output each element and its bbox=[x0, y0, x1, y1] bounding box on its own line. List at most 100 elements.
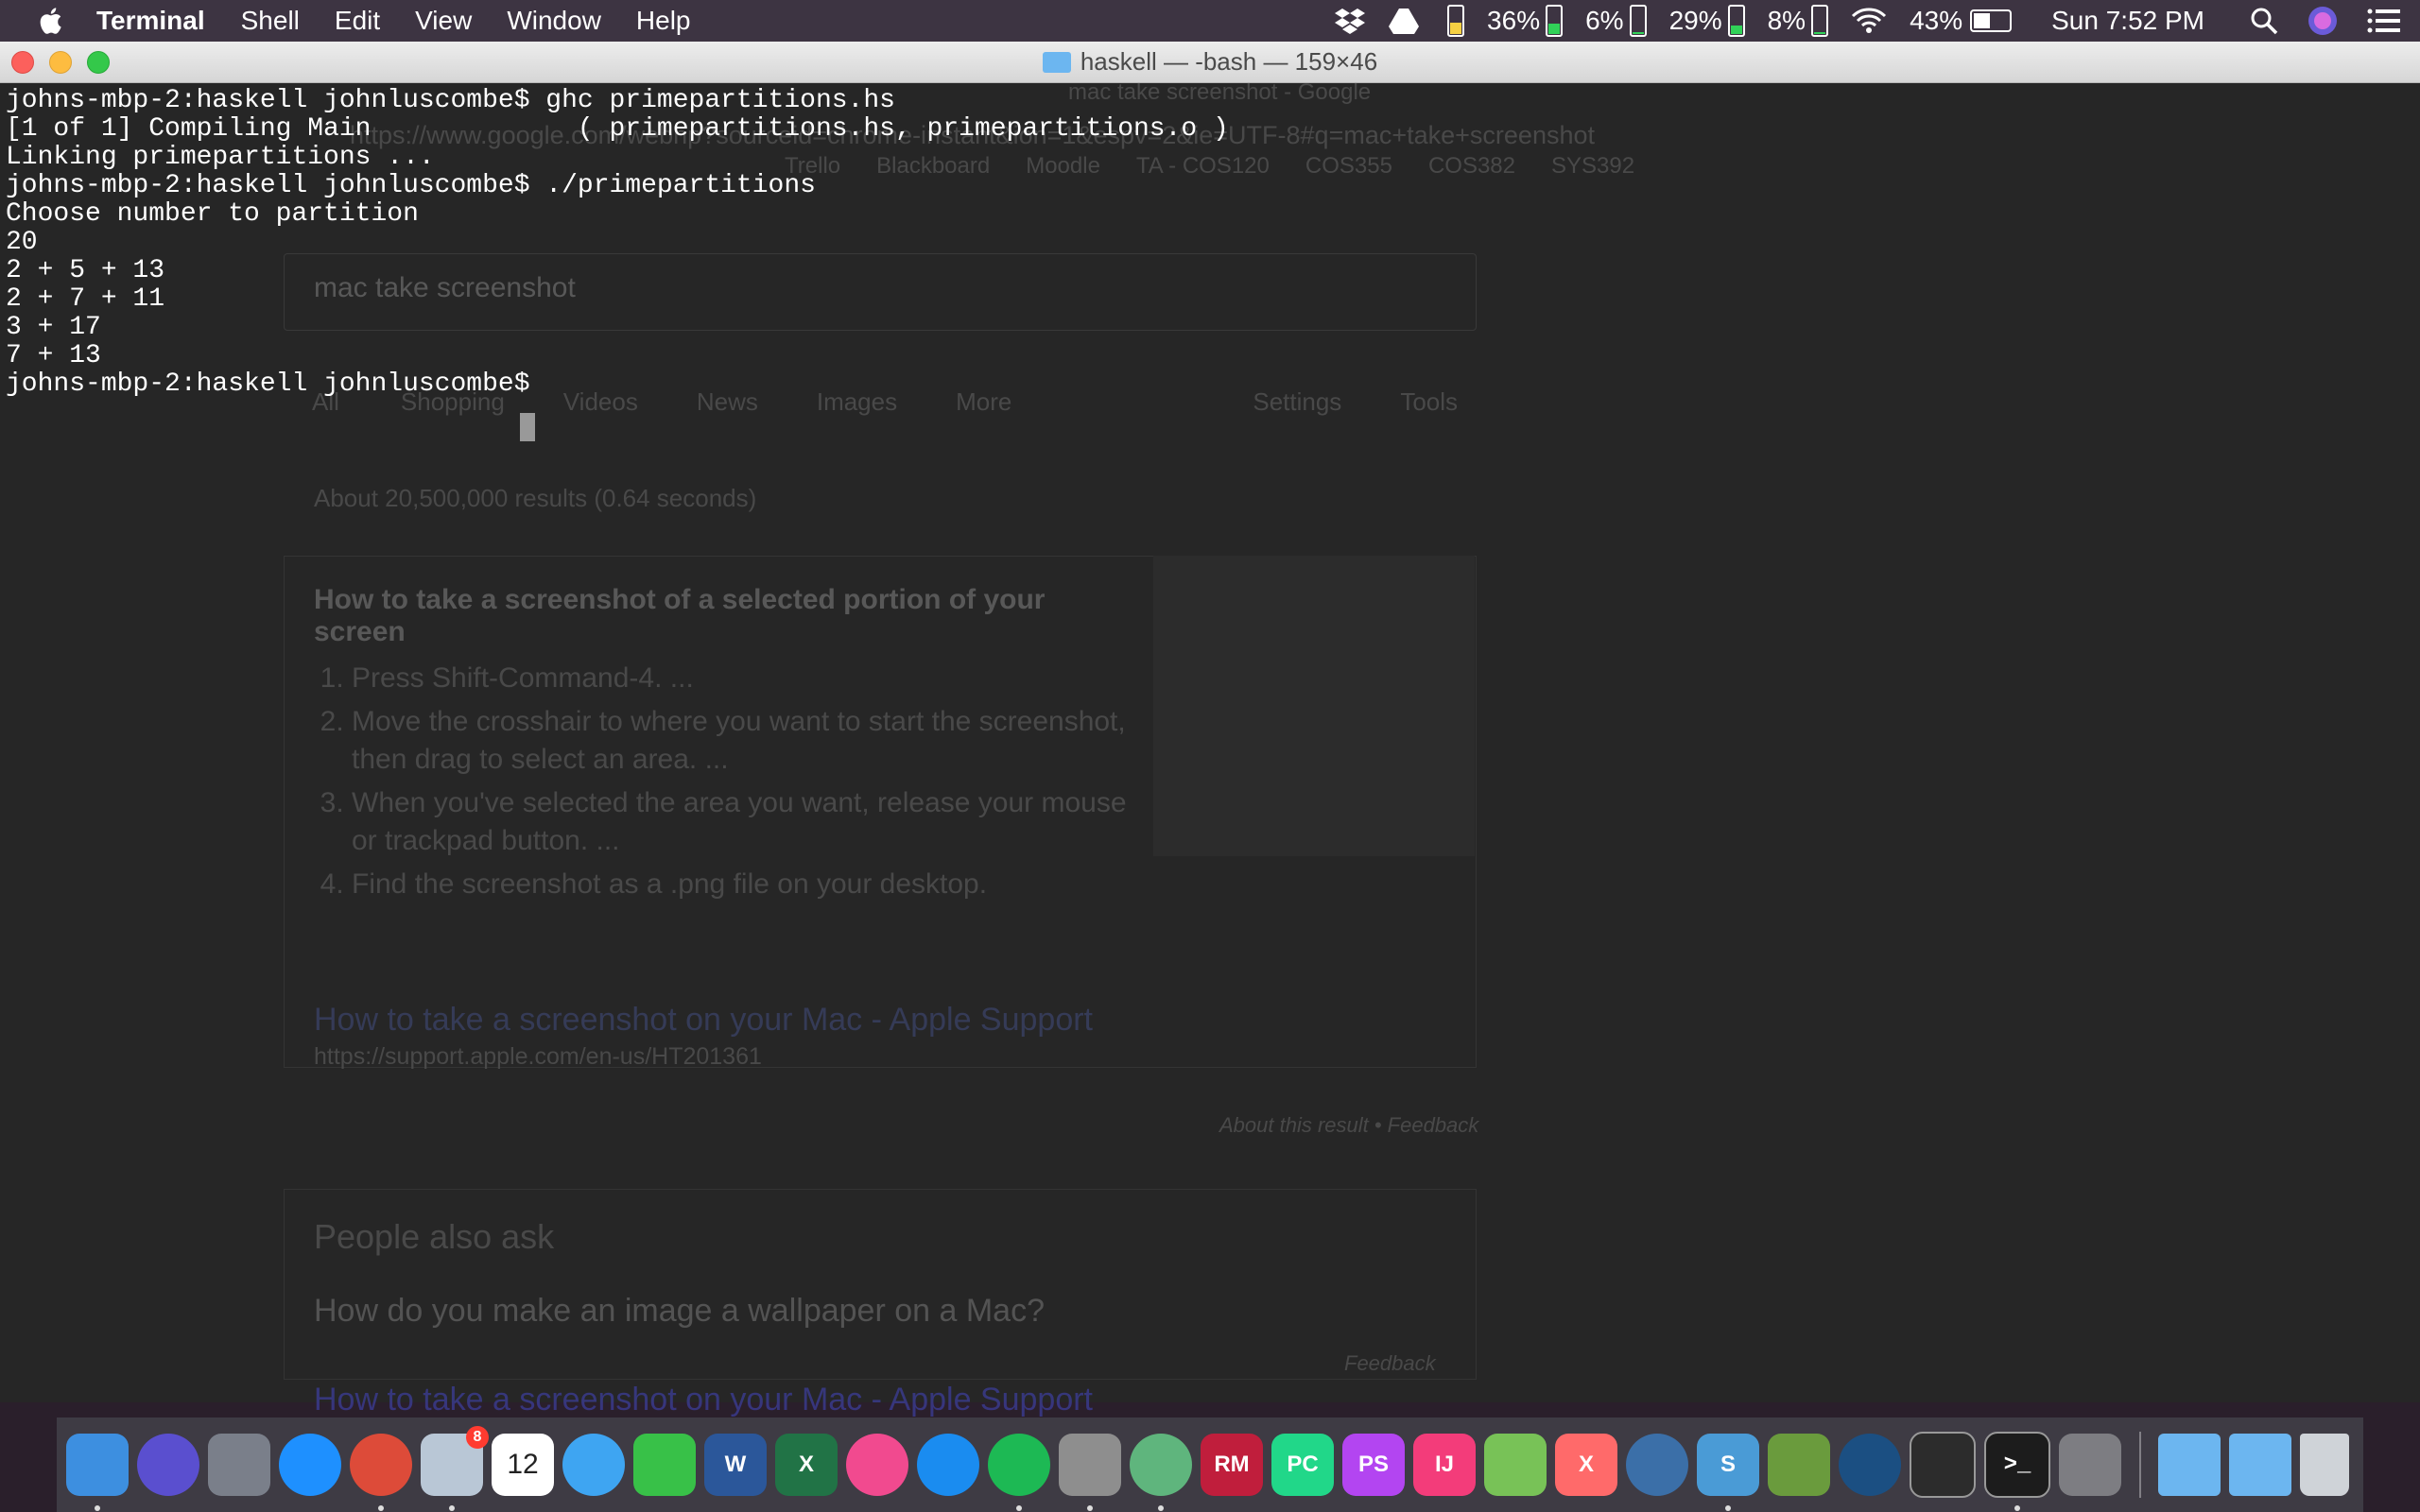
safari-icon[interactable] bbox=[279, 1434, 341, 1496]
dock-icon-label: RM bbox=[1214, 1452, 1250, 1477]
terminal-prompt: johns-mbp-2:haskell johnluscombe$ bbox=[6, 369, 546, 399]
drive-icon[interactable] bbox=[1389, 8, 1420, 34]
battery-percent: 29% bbox=[1668, 6, 1722, 35]
terminal-icon[interactable]: >_ bbox=[1984, 1432, 2050, 1511]
dock: 8 12 W X RM PC PS IJ X S >_ bbox=[57, 1418, 2363, 1512]
itunes-icon[interactable] bbox=[846, 1434, 908, 1496]
running-indicator bbox=[1725, 1505, 1731, 1511]
terminal-line: johns-mbp-2:haskell johnluscombe$ ghc pr… bbox=[6, 86, 895, 115]
close-button[interactable] bbox=[11, 51, 34, 74]
sublime-icon[interactable]: S bbox=[1697, 1434, 1759, 1511]
terminal-output: johns-mbp-2:haskell johnluscombe$ ghc pr… bbox=[6, 87, 1229, 399]
calculator-icon[interactable] bbox=[1059, 1434, 1121, 1511]
calendar-icon[interactable]: 12 bbox=[492, 1434, 554, 1496]
word-icon[interactable]: W bbox=[704, 1434, 767, 1496]
finder-icon[interactable] bbox=[66, 1434, 129, 1511]
battery-icon bbox=[1546, 5, 1564, 37]
ghost-snippet-title: How to take a screenshot of a selected p… bbox=[314, 584, 1046, 647]
intellij-icon[interactable]: IJ bbox=[1413, 1434, 1476, 1496]
ghost-paa-question: How do you make an image a wallpaper on … bbox=[314, 1293, 1045, 1329]
steam-icon[interactable] bbox=[1839, 1434, 1901, 1496]
dock-icon-label: X bbox=[798, 1452, 814, 1477]
messages-icon[interactable] bbox=[562, 1434, 625, 1496]
running-indicator bbox=[378, 1505, 384, 1511]
menu-view[interactable]: View bbox=[415, 6, 472, 36]
app-store-icon[interactable] bbox=[917, 1434, 979, 1496]
terminal-line: johns-mbp-2:haskell johnluscombe$ ./prim… bbox=[6, 171, 816, 200]
window-titlebar[interactable]: haskell — -bash — 159×46 bbox=[0, 42, 2420, 83]
battery-widget-3: 29% bbox=[1669, 5, 1745, 37]
chrome-icon[interactable] bbox=[350, 1434, 412, 1511]
ghost-result-link: How to take a screenshot on your Mac - A… bbox=[314, 1002, 1094, 1038]
spotify-icon[interactable] bbox=[988, 1434, 1050, 1511]
dock-icon-label: 12 bbox=[507, 1449, 539, 1480]
bookmark: COS355 bbox=[1305, 153, 1392, 179]
excel-icon[interactable]: X bbox=[775, 1434, 838, 1496]
dock-icon-label: IJ bbox=[1434, 1452, 1454, 1477]
dock-stacks bbox=[2158, 1434, 2358, 1496]
battery-icon bbox=[1629, 5, 1647, 37]
minimize-button[interactable] bbox=[49, 51, 72, 74]
snippet-step: Move the crosshair to where you want to … bbox=[352, 703, 1127, 779]
running-indicator bbox=[1016, 1505, 1022, 1511]
ghost-people-also-ask: People also ask bbox=[314, 1217, 555, 1256]
facetime-icon[interactable] bbox=[633, 1434, 696, 1496]
rubymine-icon[interactable]: RM bbox=[1201, 1434, 1263, 1496]
mail-badge: 8 bbox=[466, 1426, 489, 1449]
spotlight-icon[interactable] bbox=[2250, 7, 2278, 35]
snippet-step: Find the screenshot as a .png file on yo… bbox=[352, 866, 1127, 903]
quicktime-icon[interactable] bbox=[1626, 1434, 1688, 1496]
battery-percent: 8% bbox=[1767, 6, 1806, 35]
siri-icon[interactable] bbox=[137, 1434, 199, 1496]
battery-icon bbox=[1811, 5, 1829, 37]
terminal-line: 2 + 5 + 13 bbox=[6, 256, 165, 285]
main-battery[interactable]: 43% bbox=[1910, 6, 2013, 36]
android-studio-icon[interactable] bbox=[1484, 1434, 1547, 1496]
running-indicator bbox=[1087, 1505, 1093, 1511]
terminal-line: Choose number to partition bbox=[6, 199, 419, 229]
dock-icon-label: PS bbox=[1357, 1452, 1389, 1477]
activity-monitor-icon[interactable] bbox=[1910, 1432, 1976, 1498]
terminal-content[interactable]: https://www.google.com/webhp?sourceid=ch… bbox=[0, 79, 2420, 1402]
terminal-line: 3 + 17 bbox=[6, 313, 101, 342]
snippet-step: When you've selected the area you want, … bbox=[352, 784, 1127, 860]
ghost-about-result: About this result • Feedback bbox=[1219, 1113, 1479, 1137]
xamarin-icon[interactable]: X bbox=[1555, 1434, 1617, 1496]
battery-widget-4: 8% bbox=[1767, 5, 1829, 37]
dock-icon-label: W bbox=[724, 1452, 747, 1477]
mail-icon[interactable]: 8 bbox=[421, 1426, 489, 1511]
system-preferences-icon[interactable] bbox=[2059, 1434, 2121, 1496]
menu-help[interactable]: Help bbox=[636, 6, 691, 36]
menu-edit[interactable]: Edit bbox=[335, 6, 380, 36]
menu-shell[interactable]: Shell bbox=[241, 6, 300, 36]
wifi-icon[interactable] bbox=[1851, 8, 1887, 34]
battery-percent: 6% bbox=[1585, 6, 1624, 35]
dropbox-icon[interactable] bbox=[1334, 7, 1366, 35]
clock[interactable]: Sun 7:52 PM bbox=[2051, 6, 2204, 36]
launchpad-icon[interactable] bbox=[208, 1434, 270, 1496]
menu-bar: Terminal Shell Edit View Window Help 36%… bbox=[0, 0, 2420, 42]
battery-icon bbox=[1447, 5, 1465, 37]
running-indicator bbox=[2014, 1505, 2020, 1511]
terminal-window: haskell — -bash — 159×46 https://www.goo… bbox=[0, 42, 2420, 1402]
search-tab: Settings bbox=[1253, 387, 1342, 416]
phpstorm-icon[interactable]: PS bbox=[1342, 1434, 1405, 1496]
battery-widget-1[interactable] bbox=[1442, 5, 1465, 37]
main-battery-icon bbox=[1970, 9, 2013, 32]
zoom-button[interactable] bbox=[87, 51, 110, 74]
terminal-line: 2 + 7 + 11 bbox=[6, 284, 165, 314]
minecraft-icon[interactable] bbox=[1768, 1434, 1830, 1496]
apple-logo-icon[interactable] bbox=[36, 5, 68, 37]
window-title: haskell — -bash — 159×46 bbox=[1080, 47, 1378, 76]
dock-apps: 8 12 W X RM PC PS IJ X S >_ bbox=[66, 1426, 2130, 1511]
applications-folder-icon[interactable] bbox=[2229, 1434, 2291, 1496]
documents-folder-icon[interactable] bbox=[2158, 1434, 2221, 1496]
trash-icon[interactable] bbox=[2300, 1434, 2349, 1496]
siri-icon[interactable] bbox=[2307, 5, 2339, 37]
notification-center-icon[interactable] bbox=[2367, 7, 2401, 35]
menu-window[interactable]: Window bbox=[507, 6, 601, 36]
atom-icon[interactable] bbox=[1130, 1434, 1192, 1511]
menu-app-name[interactable]: Terminal bbox=[96, 6, 205, 36]
pycharm-icon[interactable]: PC bbox=[1271, 1434, 1334, 1496]
terminal-line: Linking primepartitions ... bbox=[6, 143, 435, 172]
